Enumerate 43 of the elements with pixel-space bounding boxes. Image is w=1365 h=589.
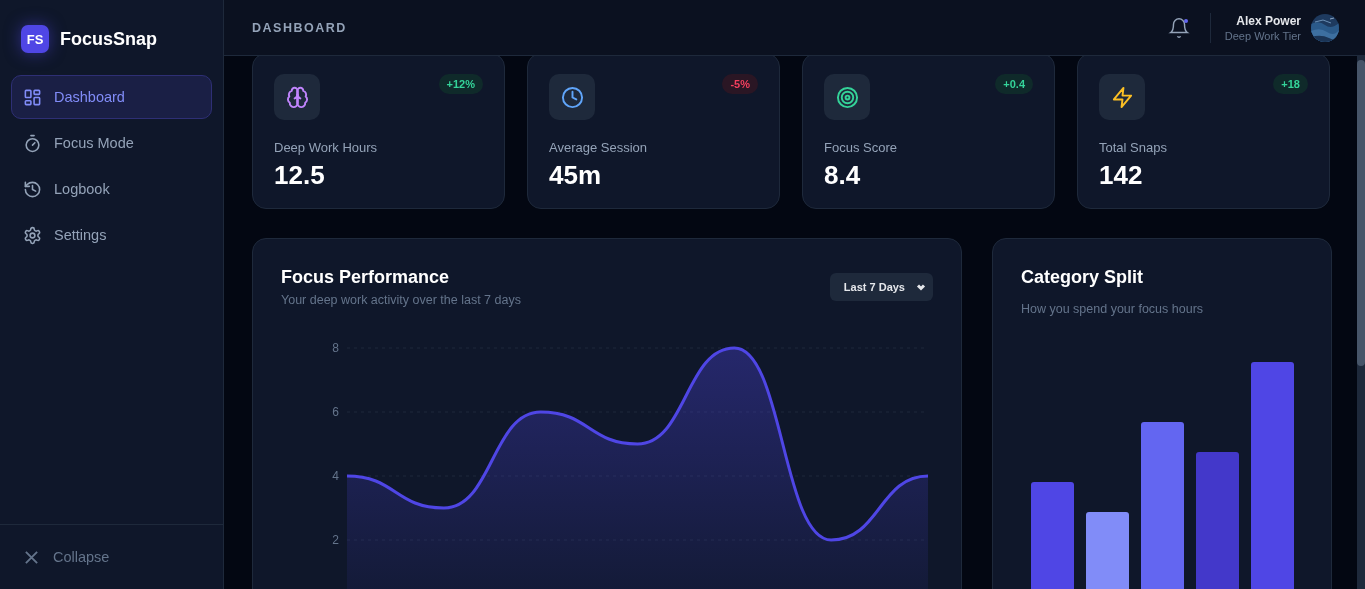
- bell-icon: [1167, 16, 1190, 39]
- range-select[interactable]: Last 7 Days: [829, 273, 933, 301]
- stat-value: 45m: [549, 160, 603, 191]
- nav-item[interactable]: Logbook: [11, 167, 212, 211]
- nav-item[interactable]: Dashboard: [11, 75, 212, 119]
- scrollbar[interactable]: [1357, 56, 1365, 589]
- y-tick-label: 4: [332, 469, 339, 483]
- stat-label: Deep Work Hours: [274, 140, 379, 155]
- settings-icon: [23, 225, 42, 245]
- y-tick-label: 2: [332, 533, 339, 547]
- chart-subtitle: Your deep work activity over the last 7 days: [281, 293, 521, 307]
- chart-title: Focus Performance: [281, 267, 451, 288]
- close-icon: [24, 549, 39, 565]
- page-title: DASHBOARD: [252, 20, 348, 35]
- change-badge: -5%: [722, 74, 758, 94]
- change-badge: +12%: [438, 74, 483, 94]
- chart-subtitle: How you spend your focus hours: [1021, 302, 1205, 316]
- lightning-icon: [1110, 85, 1134, 109]
- change-badge: +0.4: [995, 74, 1033, 94]
- nav-item[interactable]: Settings: [11, 213, 212, 257]
- stat-value: 12.5: [274, 160, 326, 191]
- notification-button[interactable]: [1167, 16, 1190, 39]
- app-name: FocusSnap: [60, 28, 157, 50]
- stat-label: Total Snaps: [1099, 140, 1168, 155]
- logo-badge: FS: [21, 25, 49, 53]
- user-name: Alex Power: [1236, 13, 1301, 28]
- clock-icon: [560, 85, 584, 109]
- user-role-label: Deep Work Tier: [1224, 29, 1301, 42]
- change-badge: +18: [1273, 74, 1308, 94]
- history-icon: [23, 179, 42, 199]
- nav-item[interactable]: Focus Mode: [11, 121, 212, 165]
- stat-label: Focus Score: [824, 140, 898, 155]
- target-icon: [835, 85, 859, 109]
- brain-icon: [285, 85, 309, 109]
- chart-title: Category Split: [1021, 267, 1145, 288]
- collapse-button[interactable]: Collapse: [24, 549, 110, 565]
- grid-icon: [23, 87, 42, 107]
- stopwatch-icon: [23, 133, 42, 153]
- stat-value: 142: [1099, 160, 1144, 191]
- stat-value: 8.4: [824, 160, 862, 191]
- stat-label: Average Session: [549, 140, 649, 155]
- y-tick-label: 6: [332, 405, 339, 419]
- y-tick-label: 8: [332, 341, 339, 355]
